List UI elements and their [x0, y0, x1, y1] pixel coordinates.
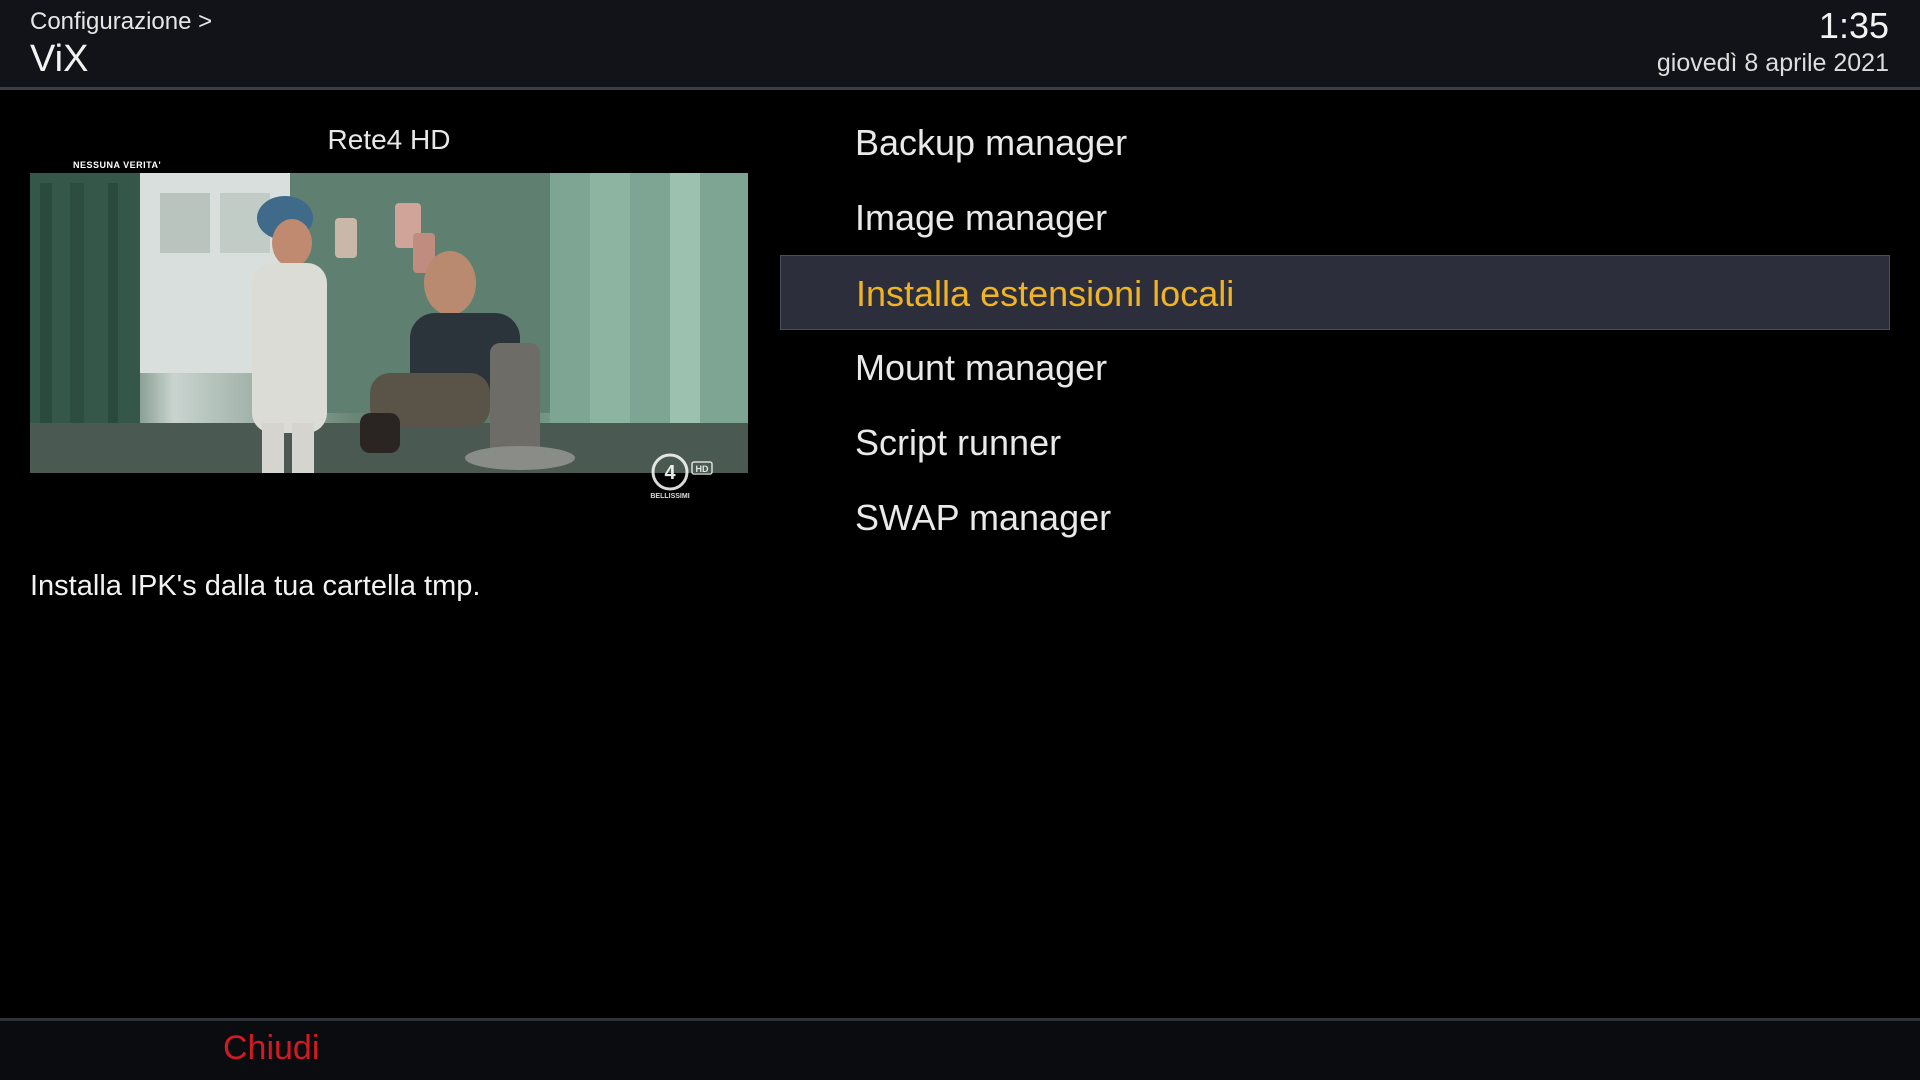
channel-logo-icon: 4 HD BELLISSIMI — [650, 452, 724, 500]
menu-item-label: Installa estensioni locali — [856, 273, 1235, 314]
program-overlay-text: NESSUNA VERITA' — [73, 160, 162, 170]
channel-name: Rete4 HD — [327, 124, 451, 155]
menu-item-image-manager[interactable]: Image manager — [780, 180, 1890, 255]
video-frame-scene — [30, 173, 748, 473]
red-close-button[interactable]: Chiudi — [223, 1029, 319, 1068]
menu-item-swap-manager[interactable]: SWAP manager — [780, 480, 1890, 555]
menu-list: Backup manager Image manager Installa es… — [780, 105, 1890, 555]
menu-item-label: Image manager — [855, 197, 1108, 238]
menu-item-label: SWAP manager — [855, 497, 1112, 538]
date-label: giovedì 8 aprile 2021 — [1656, 49, 1889, 77]
menu-item-script-runner[interactable]: Script runner — [780, 405, 1890, 480]
menu-item-label: Script runner — [855, 422, 1062, 463]
header-bar: Configurazione > ViX 1:35 giovedì 8 apri… — [0, 0, 1920, 90]
description-text: Installa IPK's dalla tua cartella tmp. — [30, 570, 481, 602]
menu-item-backup-manager[interactable]: Backup manager — [780, 105, 1890, 180]
clock: 1:35 — [1818, 5, 1889, 46]
tv-preview-video — [30, 173, 748, 473]
svg-text:HD: HD — [696, 464, 709, 474]
page-title: ViX — [30, 38, 89, 80]
menu-item-installa-estensioni-locali[interactable]: Installa estensioni locali — [780, 255, 1890, 330]
menu-item-label: Backup manager — [855, 122, 1128, 163]
tv-preview-panel: NESSUNA VERITA' 4 HD BELLISSIMI — [30, 160, 748, 500]
svg-text:BELLISSIMI: BELLISSIMI — [650, 493, 689, 500]
menu-item-mount-manager[interactable]: Mount manager — [780, 330, 1890, 405]
svg-text:4: 4 — [664, 462, 676, 484]
breadcrumb: Configurazione > — [30, 8, 213, 35]
menu-item-label: Mount manager — [855, 347, 1108, 388]
